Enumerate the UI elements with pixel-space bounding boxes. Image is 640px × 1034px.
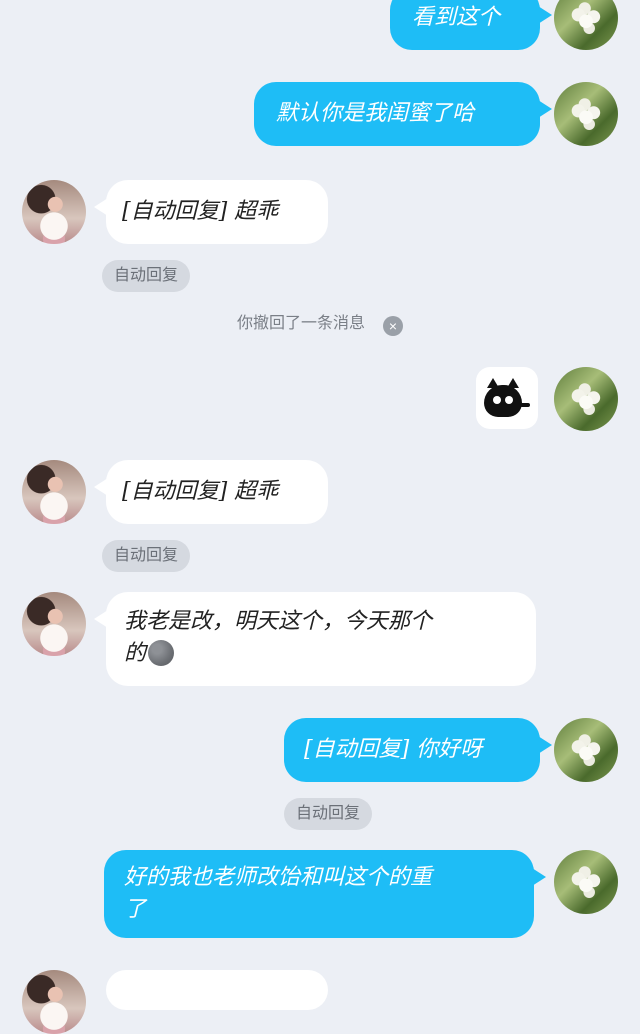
message-text-line-2: 的 (124, 638, 536, 670)
self-avatar-icon[interactable] (554, 82, 618, 146)
message-bubble-received[interactable]: [自动回复] 超乖 (106, 180, 328, 244)
message-bubble-received[interactable] (106, 970, 328, 1010)
bubble-tail (532, 868, 546, 886)
sticker-message[interactable] (476, 367, 538, 429)
message-bubble-sent[interactable]: 好的我也老师改饴和叫这个的重 了 (104, 850, 534, 938)
new-moon-emoji-icon (148, 640, 175, 666)
bubble-tail (538, 6, 552, 24)
message-bubble-sent[interactable]: [自动回复] 你好呀 (284, 718, 540, 782)
cat-tail (520, 403, 530, 407)
recall-notice-text: 你撤回了一条消息 (236, 315, 365, 332)
bubble-tail (538, 100, 552, 118)
message-text: 的 (124, 641, 147, 666)
message-text-line: 我老是改，明天这个，今天那个 (124, 609, 433, 634)
message-text: 看到这个 (412, 5, 501, 30)
auto-reply-tag: 自动回复 (102, 260, 191, 292)
message-bubble-sent[interactable]: 默认你是我闺蜜了哈 (254, 82, 540, 146)
bubble-tail (538, 736, 552, 754)
auto-reply-tag: 自动回复 (102, 540, 191, 572)
black-cat-sticker-icon (484, 378, 522, 417)
message-bubble-received[interactable]: [自动回复] 超乖 (106, 460, 328, 524)
message-bubble-sent[interactable]: 看到这个 (390, 0, 540, 50)
message-text: [自动回复] 超乖 (122, 479, 279, 504)
contact-avatar-icon[interactable] (22, 592, 86, 656)
message-bubble-received[interactable]: 我老是改，明天这个，今天那个 的 (106, 592, 536, 686)
contact-avatar-icon[interactable] (22, 970, 86, 1034)
recall-notice: 你撤回了一条消息 × (0, 312, 640, 336)
self-avatar-icon[interactable] (554, 0, 618, 50)
auto-reply-tag: 自动回复 (284, 798, 373, 830)
message-text: [自动回复] 你好呀 (304, 737, 483, 762)
message-text: [自动回复] 超乖 (122, 199, 279, 224)
contact-avatar-icon[interactable] (22, 460, 86, 524)
close-icon[interactable]: × (383, 316, 403, 336)
self-avatar-icon[interactable] (554, 718, 618, 782)
contact-avatar-icon[interactable] (22, 180, 86, 244)
message-text: 默认你是我闺蜜了哈 (276, 101, 475, 126)
self-avatar-icon[interactable] (554, 367, 618, 431)
self-avatar-icon[interactable] (554, 850, 618, 914)
message-text-line: 好的我也老师改饴和叫这个的重 (124, 865, 433, 890)
message-text-line-2: 了 (124, 897, 147, 922)
